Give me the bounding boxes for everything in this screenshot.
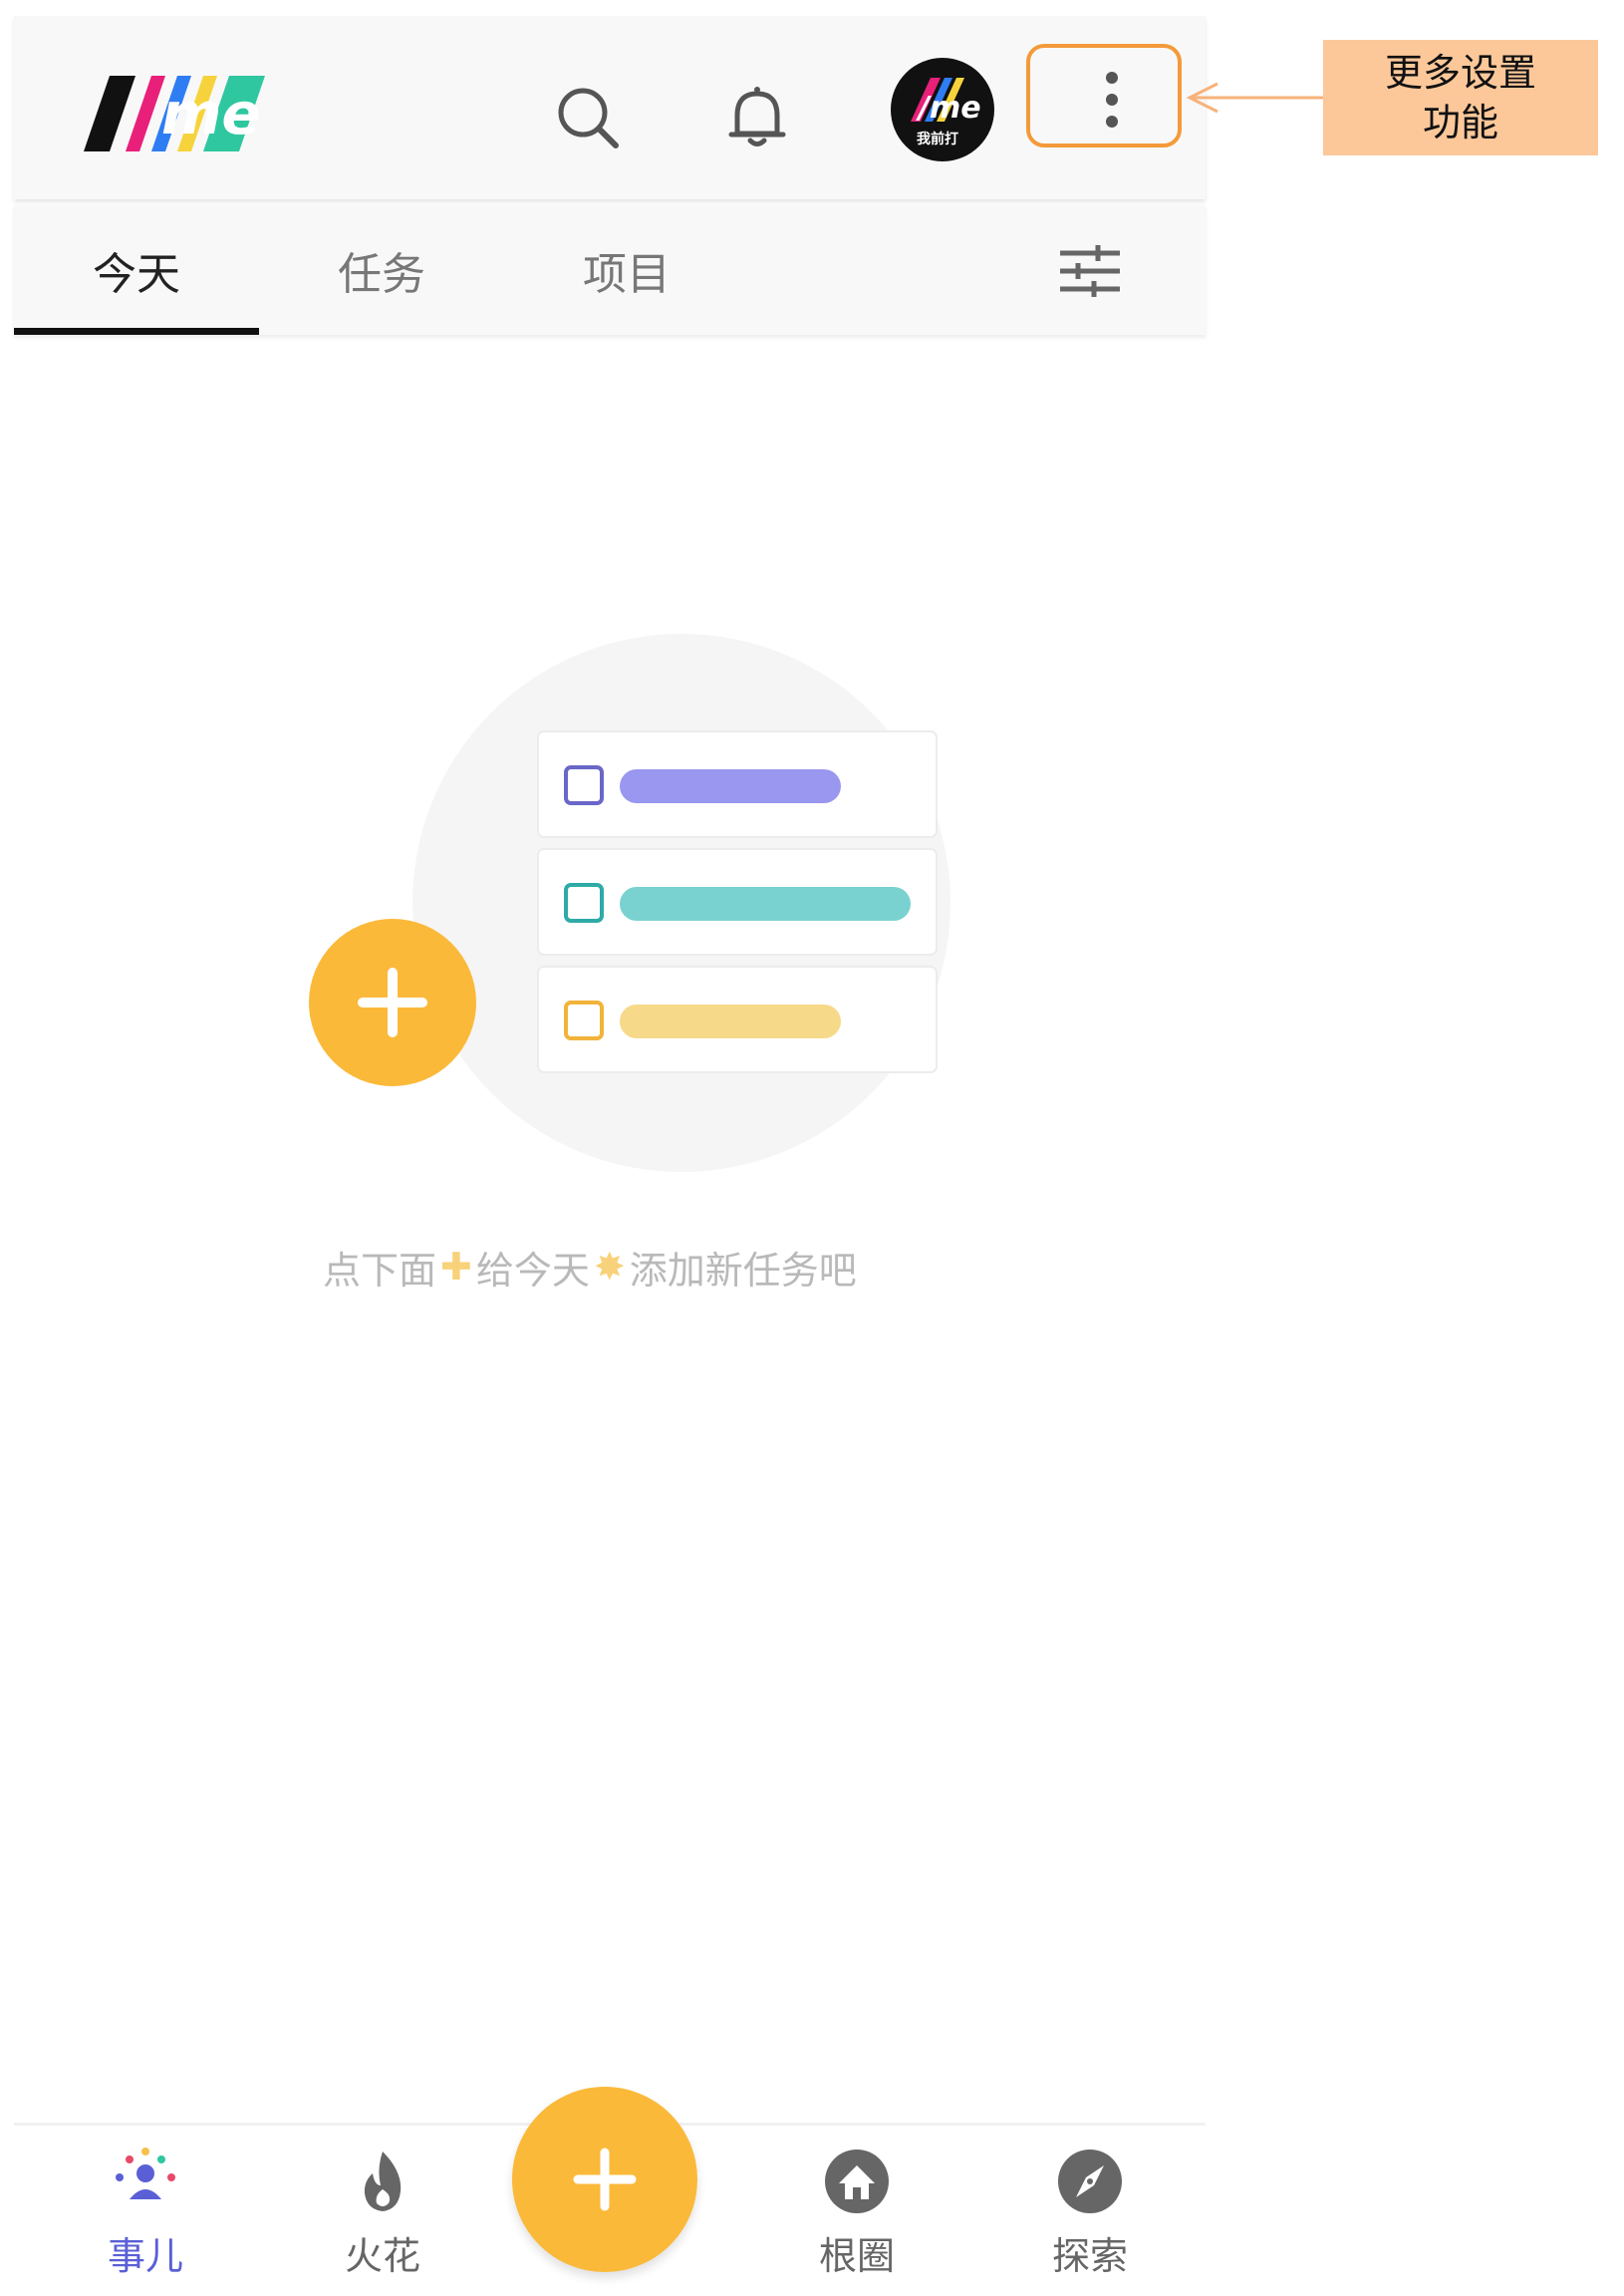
nav-label-tansuo: 探索 bbox=[1051, 2234, 1128, 2278]
avatar[interactable]: /me 我前打 bbox=[891, 58, 994, 161]
tab-today[interactable]: 今天 bbox=[14, 205, 259, 335]
hint-plus-glyph: ✚ bbox=[440, 1245, 472, 1289]
illus-card-2 bbox=[537, 848, 938, 956]
home-icon bbox=[821, 2146, 893, 2217]
annotation-line-2: 功能 bbox=[1422, 101, 1498, 144]
annotation-line-1: 更多设置 bbox=[1384, 51, 1536, 95]
empty-state-hint: 点下面 ✚ 给今天 ✸ 添加新任务吧 bbox=[323, 1237, 921, 1296]
illus-add-button bbox=[309, 919, 476, 1086]
tab-projects-label: 项目 bbox=[583, 249, 671, 300]
nav-item-genquan[interactable]: 根圈 bbox=[777, 2146, 937, 2285]
top-app-bar: me /me 我前打 bbox=[14, 16, 1206, 199]
svg-text:/me: /me bbox=[916, 91, 981, 126]
sliders-icon bbox=[1060, 245, 1120, 297]
tab-today-label: 今天 bbox=[93, 249, 180, 300]
nav-label-huohua: 火花 bbox=[344, 2234, 420, 2278]
nav-label-genquan: 根圈 bbox=[818, 2234, 895, 2278]
search-icon bbox=[558, 88, 619, 148]
add-task-fab[interactable] bbox=[512, 2087, 697, 2272]
annotation-arrow bbox=[1186, 82, 1325, 114]
flame-icon bbox=[347, 2146, 418, 2217]
notifications-button[interactable] bbox=[711, 72, 803, 163]
nav-item-shier[interactable]: 事儿 bbox=[66, 2146, 225, 2285]
search-button[interactable] bbox=[542, 72, 634, 163]
people-icon bbox=[110, 2146, 181, 2217]
empty-state-illustration bbox=[293, 634, 990, 1192]
illus-card-3 bbox=[537, 966, 938, 1073]
tab-tasks[interactable]: 任务 bbox=[259, 205, 504, 335]
phone-screen: me /me 我前打 今天 任务 项目 点下面 ✚ 给今天 ✸ 添加新任务吧 事… bbox=[14, 16, 1206, 2296]
active-tab-indicator bbox=[14, 328, 259, 335]
hint-sun-glyph: ✸ bbox=[593, 1245, 626, 1289]
filter-button[interactable] bbox=[1050, 239, 1130, 303]
tab-projects[interactable]: 项目 bbox=[504, 205, 749, 335]
tab-tasks-label: 任务 bbox=[338, 249, 425, 300]
hint-text-2: 给今天 bbox=[475, 1248, 590, 1292]
compass-icon bbox=[1054, 2146, 1126, 2217]
illus-card-1 bbox=[537, 730, 938, 838]
svg-text:me: me bbox=[161, 80, 261, 147]
nav-item-huohua[interactable]: 火花 bbox=[303, 2146, 462, 2285]
annotation-highlight-box bbox=[1026, 44, 1182, 147]
hint-text-3: 添加新任务吧 bbox=[629, 1248, 857, 1292]
nav-label-shier: 事儿 bbox=[107, 2234, 183, 2278]
plus-icon bbox=[573, 2148, 637, 2211]
annotation-callout: 更多设置 功能 bbox=[1323, 40, 1598, 155]
hint-text-1: 点下面 bbox=[323, 1248, 437, 1292]
svg-text:我前打: 我前打 bbox=[917, 131, 958, 147]
tab-bar: 今天 任务 项目 bbox=[14, 205, 1206, 335]
nav-item-tansuo[interactable]: 探索 bbox=[1010, 2146, 1170, 2285]
bell-icon bbox=[728, 87, 786, 146]
app-logo: me bbox=[66, 68, 275, 159]
